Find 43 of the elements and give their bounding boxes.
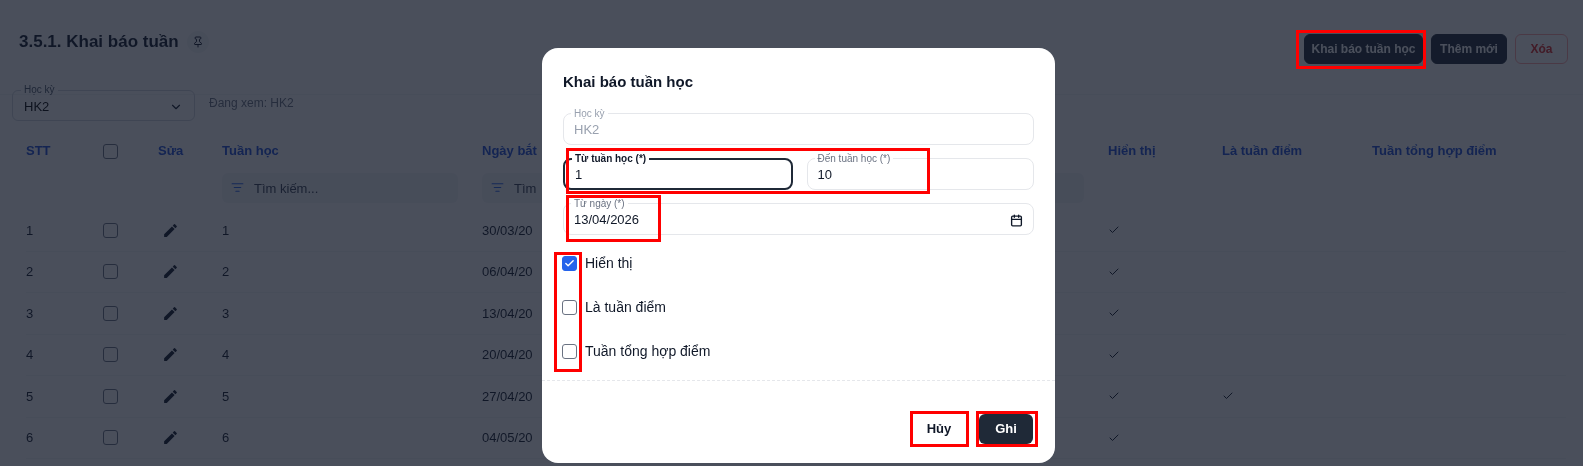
field-value: 13/04/2026 bbox=[574, 211, 641, 230]
table-cell-text: 20/04/20 bbox=[482, 346, 533, 364]
save-button[interactable]: Ghi bbox=[979, 413, 1033, 444]
table-cell-text: 5 bbox=[222, 387, 230, 406]
field-label: Từ tuần học (*) bbox=[574, 152, 648, 165]
table-cell-text: 30/03/20 bbox=[482, 221, 533, 240]
checkbox[interactable] bbox=[562, 299, 577, 315]
checkbox[interactable] bbox=[562, 255, 577, 271]
field-value: 1 bbox=[575, 165, 584, 184]
select-value: HK2 bbox=[24, 97, 50, 116]
page-title: 3.5.1. Khai báo tuần bbox=[19, 31, 179, 54]
text-field[interactable]: Đến tuần học (*) 10 bbox=[806, 152, 1034, 190]
table-cell-text: 27/04/20 bbox=[482, 387, 533, 406]
check-icon bbox=[564, 257, 575, 269]
table-cell-text: 3 bbox=[26, 304, 34, 323]
checkbox[interactable] bbox=[562, 343, 577, 359]
table-cell-text: 13/04/20 bbox=[482, 304, 533, 323]
table-cell-text: 5 bbox=[26, 387, 34, 406]
dialog-title: Khai báo tuần học bbox=[563, 72, 694, 92]
table-cell-text: 4 bbox=[222, 346, 230, 364]
table-cell-text: 6 bbox=[222, 429, 230, 447]
calendar-icon[interactable] bbox=[1010, 213, 1023, 227]
table-cell-text: 6 bbox=[26, 429, 34, 447]
field-label: Từ ngày (*) bbox=[573, 197, 626, 210]
text-field[interactable]: Từ tuần học (*) 1 bbox=[563, 152, 793, 190]
checkbox-label[interactable]: Hiển thị bbox=[585, 252, 633, 274]
date-field[interactable]: Từ ngày (*) 13/04/2026 bbox=[563, 197, 1034, 235]
annotation-frame bbox=[976, 411, 1038, 447]
field-label: Học kỳ bbox=[573, 107, 606, 120]
table-cell-text: 06/04/20 bbox=[482, 263, 533, 281]
field-value: HK2 bbox=[574, 121, 601, 140]
table-cell-text: 3 bbox=[222, 304, 230, 323]
table-cell-text: 2 bbox=[222, 263, 230, 281]
annotation-frame bbox=[910, 411, 969, 447]
checkbox-label[interactable]: Tuần tổng hợp điểm bbox=[585, 340, 711, 362]
table-cell-text: 4 bbox=[26, 346, 34, 364]
field-label: Đến tuần học (*) bbox=[816, 152, 892, 165]
table-cell-text: 1 bbox=[222, 221, 230, 240]
table-cell-text: 2 bbox=[26, 263, 34, 281]
table-cell-text: 04/05/20 bbox=[482, 429, 533, 447]
table-cell-text: 1 bbox=[26, 221, 34, 240]
field-value: 10 bbox=[817, 166, 833, 185]
checkbox-label[interactable]: Là tuần điểm bbox=[585, 296, 666, 318]
